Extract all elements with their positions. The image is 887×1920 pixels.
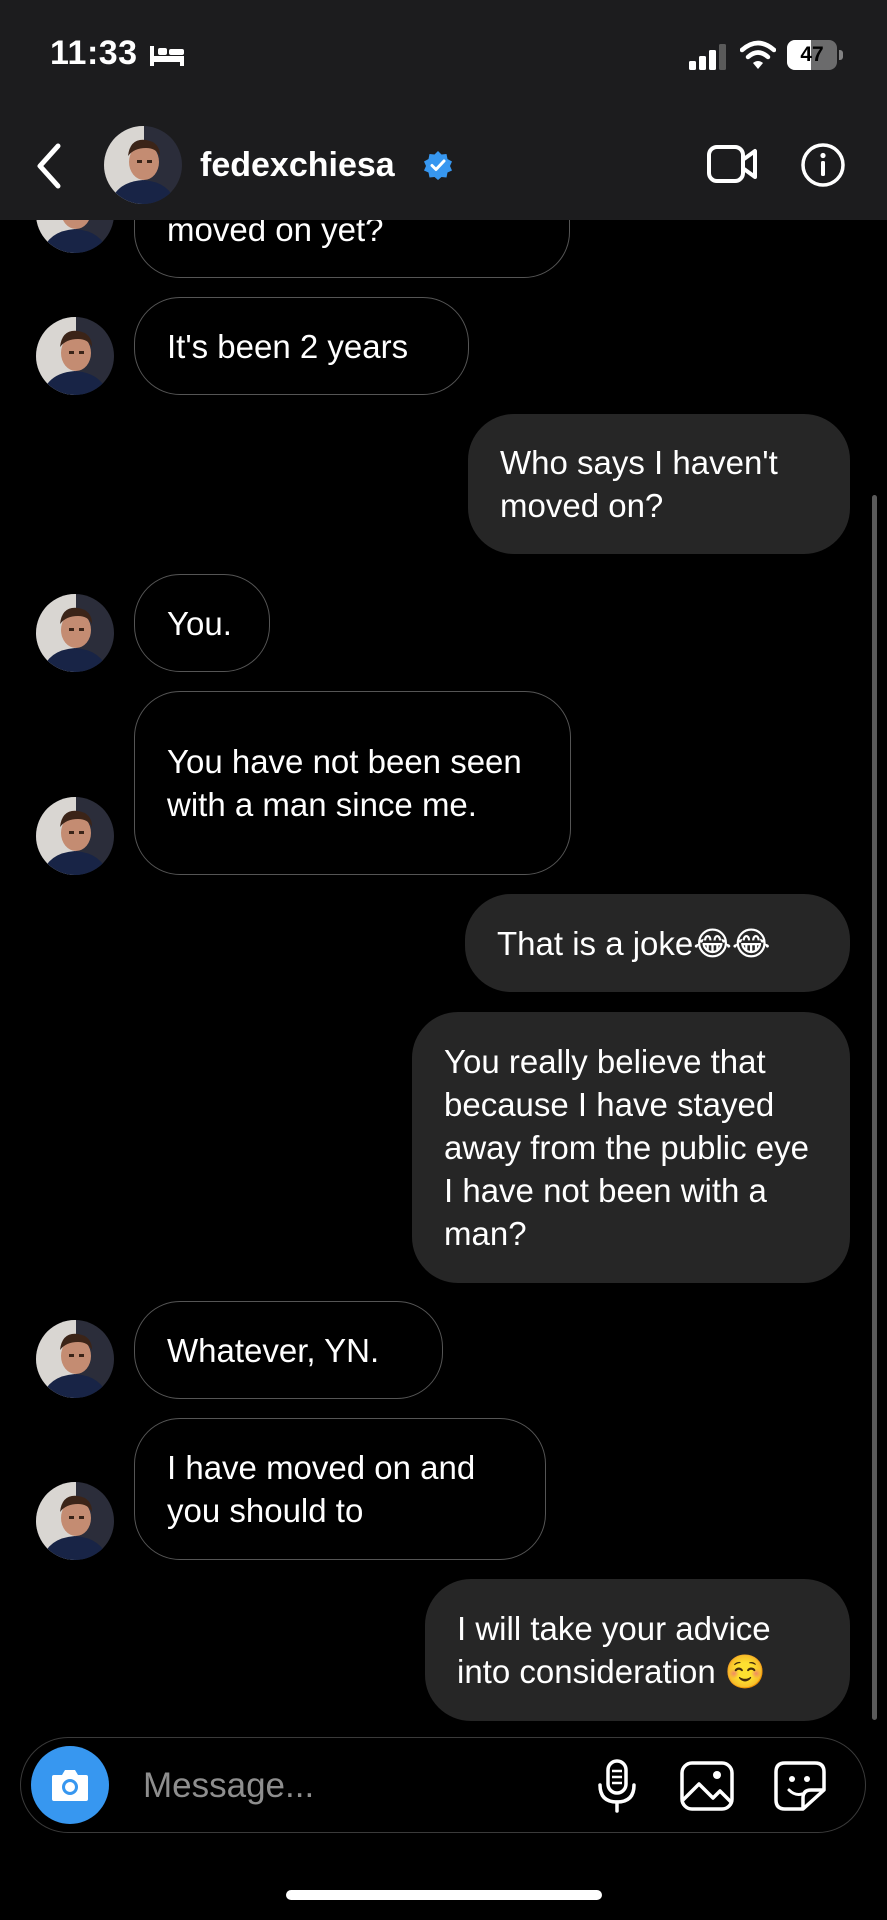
status-bar: 11:33 47: [0, 0, 887, 112]
sender-avatar[interactable]: [36, 220, 114, 253]
incoming-message[interactable]: I have moved on and you should to: [134, 1418, 546, 1560]
battery-percent: 47: [800, 43, 824, 66]
message-thread[interactable]: moved on yet? It's been 2 years Who says…: [0, 220, 887, 1735]
outgoing-message[interactable]: I will take your advice into considerati…: [425, 1579, 850, 1721]
incoming-message[interactable]: moved on yet?: [134, 220, 570, 278]
message-composer: [20, 1737, 866, 1833]
chat-header: fedexchiesa: [0, 112, 887, 220]
sender-avatar[interactable]: [36, 317, 114, 395]
outgoing-message[interactable]: You really believe that because I have s…: [412, 1012, 850, 1283]
sender-avatar[interactable]: [36, 1482, 114, 1560]
incoming-message[interactable]: Whatever, YN.: [134, 1301, 443, 1399]
gallery-icon[interactable]: [679, 1760, 735, 1812]
outgoing-message[interactable]: Who says I haven't moved on?: [468, 414, 850, 554]
signal-icon: [689, 44, 726, 70]
outgoing-message[interactable]: That is a joke😂😂: [465, 894, 850, 992]
home-indicator[interactable]: [286, 1890, 602, 1900]
wifi-icon: [740, 40, 776, 69]
camera-icon: [52, 1770, 88, 1801]
bed-icon: [150, 46, 184, 66]
info-icon[interactable]: [800, 142, 846, 188]
camera-button[interactable]: [31, 1746, 109, 1824]
username[interactable]: fedexchiesa: [200, 146, 395, 185]
incoming-message[interactable]: You have not been seen with a man since …: [134, 691, 571, 875]
microphone-icon[interactable]: [595, 1758, 639, 1814]
incoming-message[interactable]: It's been 2 years: [134, 297, 469, 395]
scrollbar[interactable]: [872, 495, 877, 1720]
sender-avatar[interactable]: [36, 1320, 114, 1398]
profile-avatar[interactable]: [104, 126, 182, 204]
sticker-icon[interactable]: [773, 1760, 827, 1812]
incoming-message[interactable]: You.: [134, 574, 270, 672]
video-call-icon[interactable]: [706, 142, 758, 186]
status-time: 11:33: [50, 34, 138, 72]
sender-avatar[interactable]: [36, 594, 114, 672]
message-input[interactable]: [141, 1758, 585, 1814]
battery-indicator: 47: [787, 40, 843, 70]
back-icon[interactable]: [30, 140, 70, 192]
verified-icon: [424, 151, 452, 180]
sender-avatar[interactable]: [36, 797, 114, 875]
